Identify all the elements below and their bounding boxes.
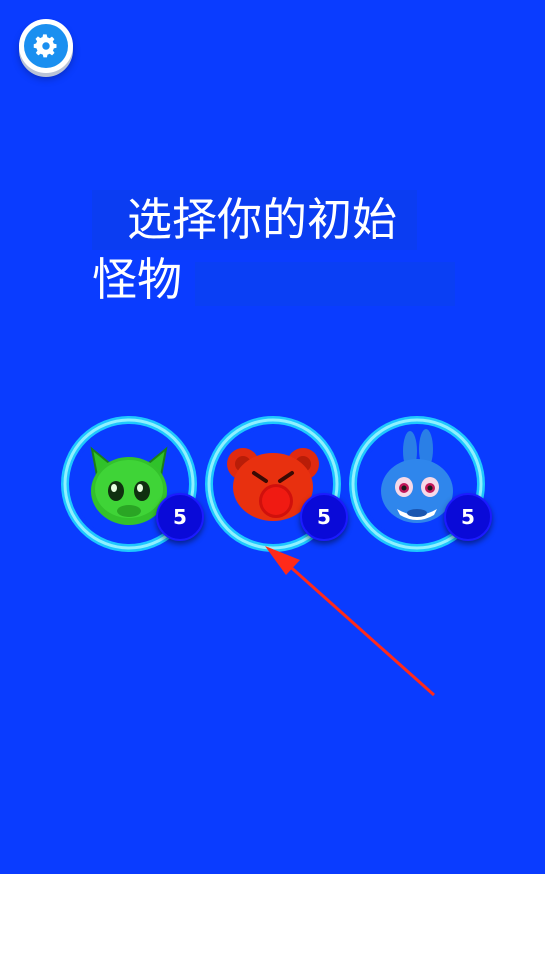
monster-option-green[interactable]: 5 [60,415,204,553]
title-line-2: 怪物 [92,253,183,306]
settings-button[interactable] [19,19,73,73]
monster-option-red[interactable]: 5 [204,415,348,553]
level-badge: 5 [300,493,348,541]
level-badge: 5 [156,493,204,541]
bottom-bar [0,874,545,968]
game-screen: 选择你的初始 怪物 5 5 5 [0,0,545,874]
gear-icon [33,34,57,58]
page-title: 选择你的初始 怪物 [92,190,452,310]
level-badge: 5 [444,493,492,541]
title-line-1: 选择你的初始 [92,190,417,250]
monster-option-blue[interactable]: 5 [348,415,492,553]
settings-button-face [24,24,68,68]
